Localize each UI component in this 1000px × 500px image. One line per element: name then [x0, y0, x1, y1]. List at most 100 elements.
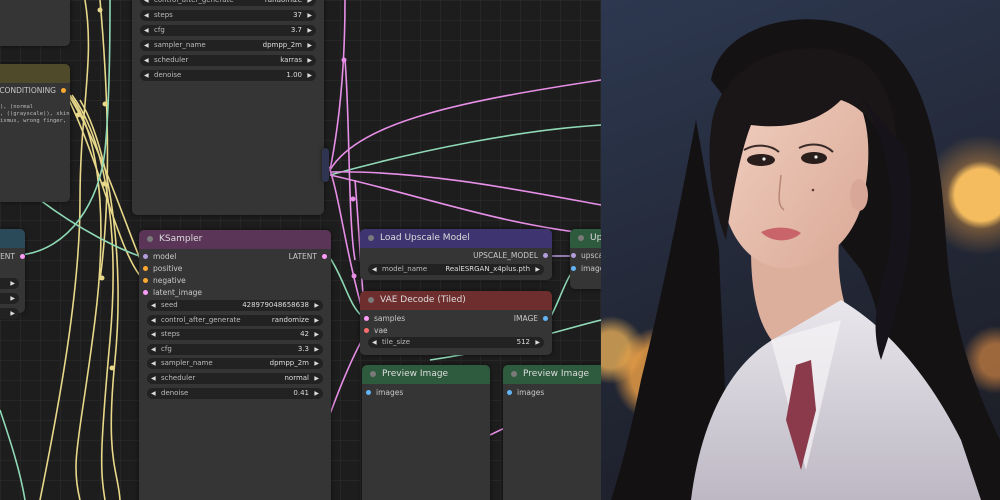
widget[interactable]: ◀ sampler_name dpmpp_2m ▶ [147, 358, 323, 370]
collapse-dot-icon[interactable] [578, 234, 584, 241]
collapse-dot-icon[interactable] [368, 234, 374, 241]
decrement-arrow-icon[interactable]: ◀ [151, 373, 156, 384]
increment-arrow-icon[interactable]: ▶ [314, 358, 319, 369]
output-pin[interactable] [543, 316, 548, 321]
widget[interactable]: ◀ sampler_name dpmpp_2m ▶ [140, 40, 316, 51]
ksampler-input[interactable]: latent_image [143, 287, 202, 299]
input-pin[interactable] [571, 266, 576, 271]
output-pin[interactable] [322, 254, 327, 259]
widget[interactable]: ◀ control_after_generate randomize ▶ [140, 0, 316, 6]
increment-arrow-icon[interactable]: ▶ [314, 344, 319, 355]
widget[interactable]: ◀ denoise 1.00 ▶ [140, 70, 316, 81]
vae-input-vae[interactable]: vae [364, 325, 388, 337]
model-name-widget[interactable]: ◀ model_name RealESRGAN_x4plus.pth ▶ [368, 264, 544, 275]
input-pin[interactable] [507, 390, 512, 395]
input-pin[interactable] [366, 390, 371, 395]
decrement-arrow-icon[interactable]: ◀ [144, 40, 149, 51]
increment-arrow-icon[interactable]: ▶ [314, 300, 319, 311]
decrement-arrow-icon[interactable]: ◀ [144, 25, 149, 36]
widget[interactable]: ◀ denoise 0.41 ▶ [147, 387, 323, 399]
increment-arrow-icon[interactable]: ▶ [314, 329, 319, 340]
vae-input-samples[interactable]: samples [364, 313, 405, 325]
prompt-text[interactable]: ), (normal , ((grayscale)), skin ismus, … [0, 104, 70, 125]
upscale-node-title[interactable]: Ups [570, 229, 601, 248]
collapse-dot-icon[interactable] [511, 370, 517, 377]
increment-arrow-icon[interactable]: ▶ [314, 315, 319, 326]
input-pin[interactable] [143, 254, 148, 259]
left-latent-node[interactable]: ATENT ▶ ▶ ▶ [0, 229, 25, 319]
widget[interactable]: ◀ cfg 3.3 ▶ [147, 343, 323, 355]
preview-input-images[interactable]: images [507, 387, 544, 399]
ksampler-node-title[interactable]: KSampler [139, 230, 331, 249]
output-pin[interactable] [20, 254, 25, 259]
increment-arrow-icon[interactable]: ▶ [307, 40, 312, 51]
vae-output-image[interactable]: IMAGE [514, 313, 548, 325]
increment-arrow-icon[interactable]: ▶ [314, 373, 319, 384]
increment-arrow-icon[interactable]: ▶ [307, 10, 312, 21]
increment-arrow-icon[interactable]: ▶ [307, 55, 312, 66]
input-pin[interactable] [143, 290, 148, 295]
widget[interactable]: ▶ [0, 278, 19, 289]
widget[interactable]: ◀ seed 428979048658638 ▶ [147, 300, 323, 311]
tile-size-widget[interactable]: ◀ tile_size 512 ▶ [368, 337, 544, 348]
preview-image-node[interactable]: Preview Image images [362, 365, 490, 500]
widget[interactable]: ◀ steps 37 ▶ [140, 10, 316, 21]
decrement-arrow-icon[interactable]: ◀ [372, 264, 377, 275]
increment-arrow-icon[interactable]: ▶ [535, 337, 540, 348]
node-graph-canvas[interactable]: ◀ control_after_generate randomize ▶ ◀ steps 3… [0, 0, 601, 500]
decrement-arrow-icon[interactable]: ◀ [144, 0, 149, 6]
conditioning-output[interactable]: CONDITIONING [0, 85, 66, 97]
vae-decode-node-title[interactable]: VAE Decode (Tiled) [360, 291, 552, 310]
increment-arrow-icon[interactable]: ▶ [314, 388, 319, 399]
decrement-arrow-icon[interactable]: ◀ [151, 344, 156, 355]
widget[interactable]: ◀ scheduler karras ▶ [140, 55, 316, 66]
widget[interactable]: ◀ control_after_generate randomize ▶ [147, 314, 323, 326]
input-pin[interactable] [143, 278, 148, 283]
load-upscale-model-node[interactable]: Load Upscale Model UPSCALE_MODEL ◀ model… [360, 229, 552, 280]
preview-node-title[interactable]: Preview Image [362, 365, 490, 384]
conditioning-node[interactable]: CONDITIONING ), (normal , ((grayscale)),… [0, 64, 70, 202]
ksampler-input[interactable]: negative [143, 275, 186, 287]
upscale-image-node[interactable]: Ups upscale image [570, 229, 601, 289]
widget[interactable]: ◀ steps 42 ▶ [147, 329, 323, 341]
increment-arrow-icon[interactable]: ▶ [307, 25, 312, 36]
input-pin[interactable] [143, 266, 148, 271]
top-left-node[interactable] [0, 0, 70, 46]
decrement-arrow-icon[interactable]: ◀ [151, 315, 156, 326]
input-pin[interactable] [364, 316, 369, 321]
collapse-dot-icon[interactable] [370, 370, 376, 377]
preview-input-images[interactable]: images [366, 387, 403, 399]
widget[interactable]: ▶ [0, 293, 19, 304]
vae-decode-tiled-node[interactable]: VAE Decode (Tiled) samples vae IMAGE ◀ t… [360, 291, 552, 355]
decrement-arrow-icon[interactable]: ◀ [372, 337, 377, 348]
output-pin[interactable] [543, 253, 548, 258]
increment-arrow-icon[interactable]: ▶ [307, 70, 312, 81]
output-pin[interactable] [61, 88, 66, 93]
widget[interactable]: ▶ [0, 308, 19, 319]
ksampler-input[interactable]: positive [143, 263, 182, 275]
decrement-arrow-icon[interactable]: ◀ [151, 388, 156, 399]
upscale-input-model[interactable]: upscale [571, 250, 601, 262]
top-sampler-node[interactable]: ◀ control_after_generate randomize ▶ ◀ steps 3… [132, 0, 324, 215]
decrement-arrow-icon[interactable]: ◀ [151, 329, 156, 340]
decrement-arrow-icon[interactable]: ◀ [144, 70, 149, 81]
ksampler-output-latent[interactable]: LATENT [289, 251, 327, 263]
decrement-arrow-icon[interactable]: ◀ [151, 300, 156, 311]
preview-node-title[interactable]: Preview Image [503, 365, 601, 384]
ksampler-node[interactable]: KSampler model positive negative latent_ima… [139, 230, 331, 500]
collapse-dot-icon[interactable] [147, 235, 153, 242]
decrement-arrow-icon[interactable]: ◀ [144, 55, 149, 66]
collapse-dot-icon[interactable] [368, 296, 374, 303]
upscale-model-output[interactable]: UPSCALE_MODEL [473, 250, 548, 262]
increment-arrow-icon[interactable]: ▶ [535, 264, 540, 275]
input-pin[interactable] [571, 253, 576, 258]
increment-arrow-icon[interactable]: ▶ [307, 0, 312, 6]
decrement-arrow-icon[interactable]: ◀ [151, 358, 156, 369]
decrement-arrow-icon[interactable]: ◀ [144, 10, 149, 21]
collapsed-node-stub[interactable] [322, 148, 329, 182]
upscale-input-image[interactable]: image [571, 263, 601, 275]
preview-image-node[interactable]: Preview Image images [503, 365, 601, 500]
input-pin[interactable] [364, 328, 369, 333]
latent-output[interactable]: ATENT [0, 251, 25, 263]
widget[interactable]: ◀ cfg 3.7 ▶ [140, 25, 316, 36]
